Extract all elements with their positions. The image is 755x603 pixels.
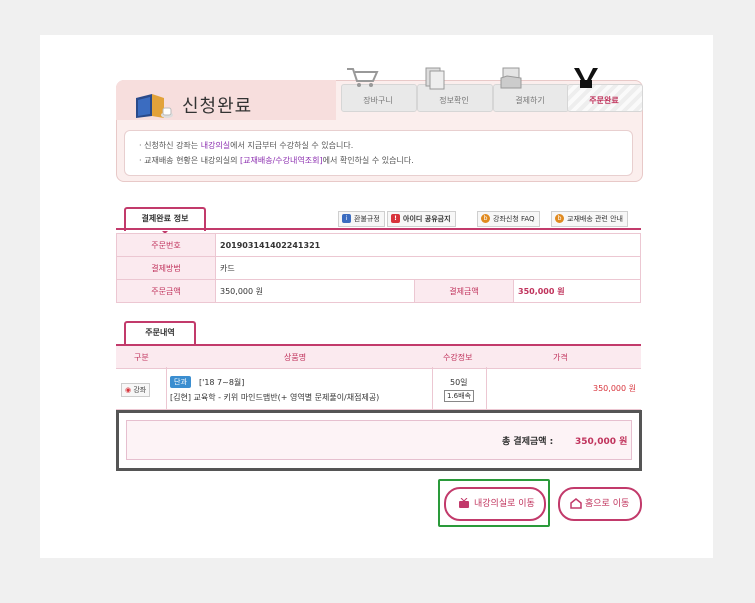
go-to-classroom-label: 내강의실로 이동 <box>474 499 535 509</box>
notice-line-2: · 교재배송 현황은 내강의실의 [교재배송/수강내역조회]에서 확인하실 수 … <box>139 156 414 165</box>
document-icon <box>425 67 445 90</box>
info-icon: i <box>342 214 351 223</box>
speed-badge: 1.6배속 <box>444 390 475 402</box>
course-period: ['18 7~8월] <box>199 378 245 387</box>
go-home-label: 홈으로 이동 <box>585 499 630 509</box>
amount-value: 350,000 원 <box>215 279 415 303</box>
payment-info-table: 주문번호 201903141402241321 결제방법 카드 주문금액 350… <box>116 233 641 303</box>
step-label: 주문완료 <box>589 96 619 105</box>
order-no-label: 주문번호 <box>116 233 216 257</box>
table-row: ◉ 강좌 단과 ['18 7~8월] [김현] 교육학 - 키위 마인드맵반(+… <box>116 367 641 410</box>
record-icon: ◉ <box>125 386 132 394</box>
method-label: 결제방법 <box>116 256 216 280</box>
cart-icon <box>347 68 379 87</box>
total-inner: 총 결제금액 : 350,000 원 <box>126 420 632 460</box>
course-price: 350,000 원 <box>593 384 636 393</box>
step-label: 정보확인 <box>439 96 469 105</box>
notice-line-1: · 신청하신 강좌는 내강의실에서 지금부터 수강하실 수 있습니다. <box>139 141 354 150</box>
step-payment: 결제하기 <box>493 66 569 112</box>
tv-icon <box>459 498 469 508</box>
book-cup-icon <box>136 94 173 118</box>
faq-icon: b <box>481 214 490 223</box>
order-no-value: 201903141402241321 <box>215 233 641 257</box>
delivery-guide-button[interactable]: b 교재배송 관련 안내 <box>551 211 628 227</box>
total-value: 350,000 원 <box>575 437 628 447</box>
paid-value: 350,000 원 <box>513 279 641 303</box>
notice-box: · 신청하신 강좌는 내강의실에서 지금부터 수강하실 수 있습니다. · 교재… <box>124 130 633 176</box>
refund-policy-button[interactable]: i 환불규정 <box>338 211 385 227</box>
warning-icon: ! <box>391 214 400 223</box>
method-value: 카드 <box>215 256 641 280</box>
col-product: 상품명 <box>284 353 307 362</box>
col-price: 가격 <box>553 353 568 362</box>
course-days: 50일 <box>450 378 468 387</box>
step-label: 결제하기 <box>515 96 545 105</box>
step-complete: 주문완료 <box>567 66 643 112</box>
single-course-badge: 단과 <box>170 376 191 388</box>
go-to-classroom-button[interactable]: 내강의실로 이동 <box>444 487 546 521</box>
order-table-header: 구분 상품명 수강정보 가격 <box>116 344 641 369</box>
step-label: 장바구니 <box>363 96 393 105</box>
type-badge: ◉ 강좌 <box>121 383 151 397</box>
divider <box>116 228 641 230</box>
hands-icon <box>574 68 598 88</box>
step-cart: 장바구니 <box>341 66 417 112</box>
col-course-info: 수강정보 <box>443 353 473 362</box>
go-home-button[interactable]: 홈으로 이동 <box>558 487 642 521</box>
course-name: [김현] 교육학 - 키위 마인드맵반(+ 영역별 문제풀이/채점제공) <box>170 393 380 402</box>
amount-label: 주문금액 <box>116 279 216 303</box>
total-box: 총 결제금액 : 350,000 원 <box>116 410 642 471</box>
hand-card-icon <box>500 67 522 89</box>
total-label: 총 결제금액 : <box>502 437 554 447</box>
col-type: 구분 <box>134 353 149 362</box>
step-info: 정보확인 <box>417 66 493 112</box>
no-id-sharing-button[interactable]: ! 아이디 공유금지 <box>387 211 456 227</box>
home-icon <box>570 498 582 509</box>
faq-button[interactable]: b 강좌신청 FAQ <box>477 211 540 227</box>
paid-label: 결제금액 <box>414 279 514 303</box>
page-title: 신청완료 <box>182 96 253 117</box>
tab-order-details: 주문내역 <box>124 321 196 348</box>
faq-icon: b <box>555 214 564 223</box>
